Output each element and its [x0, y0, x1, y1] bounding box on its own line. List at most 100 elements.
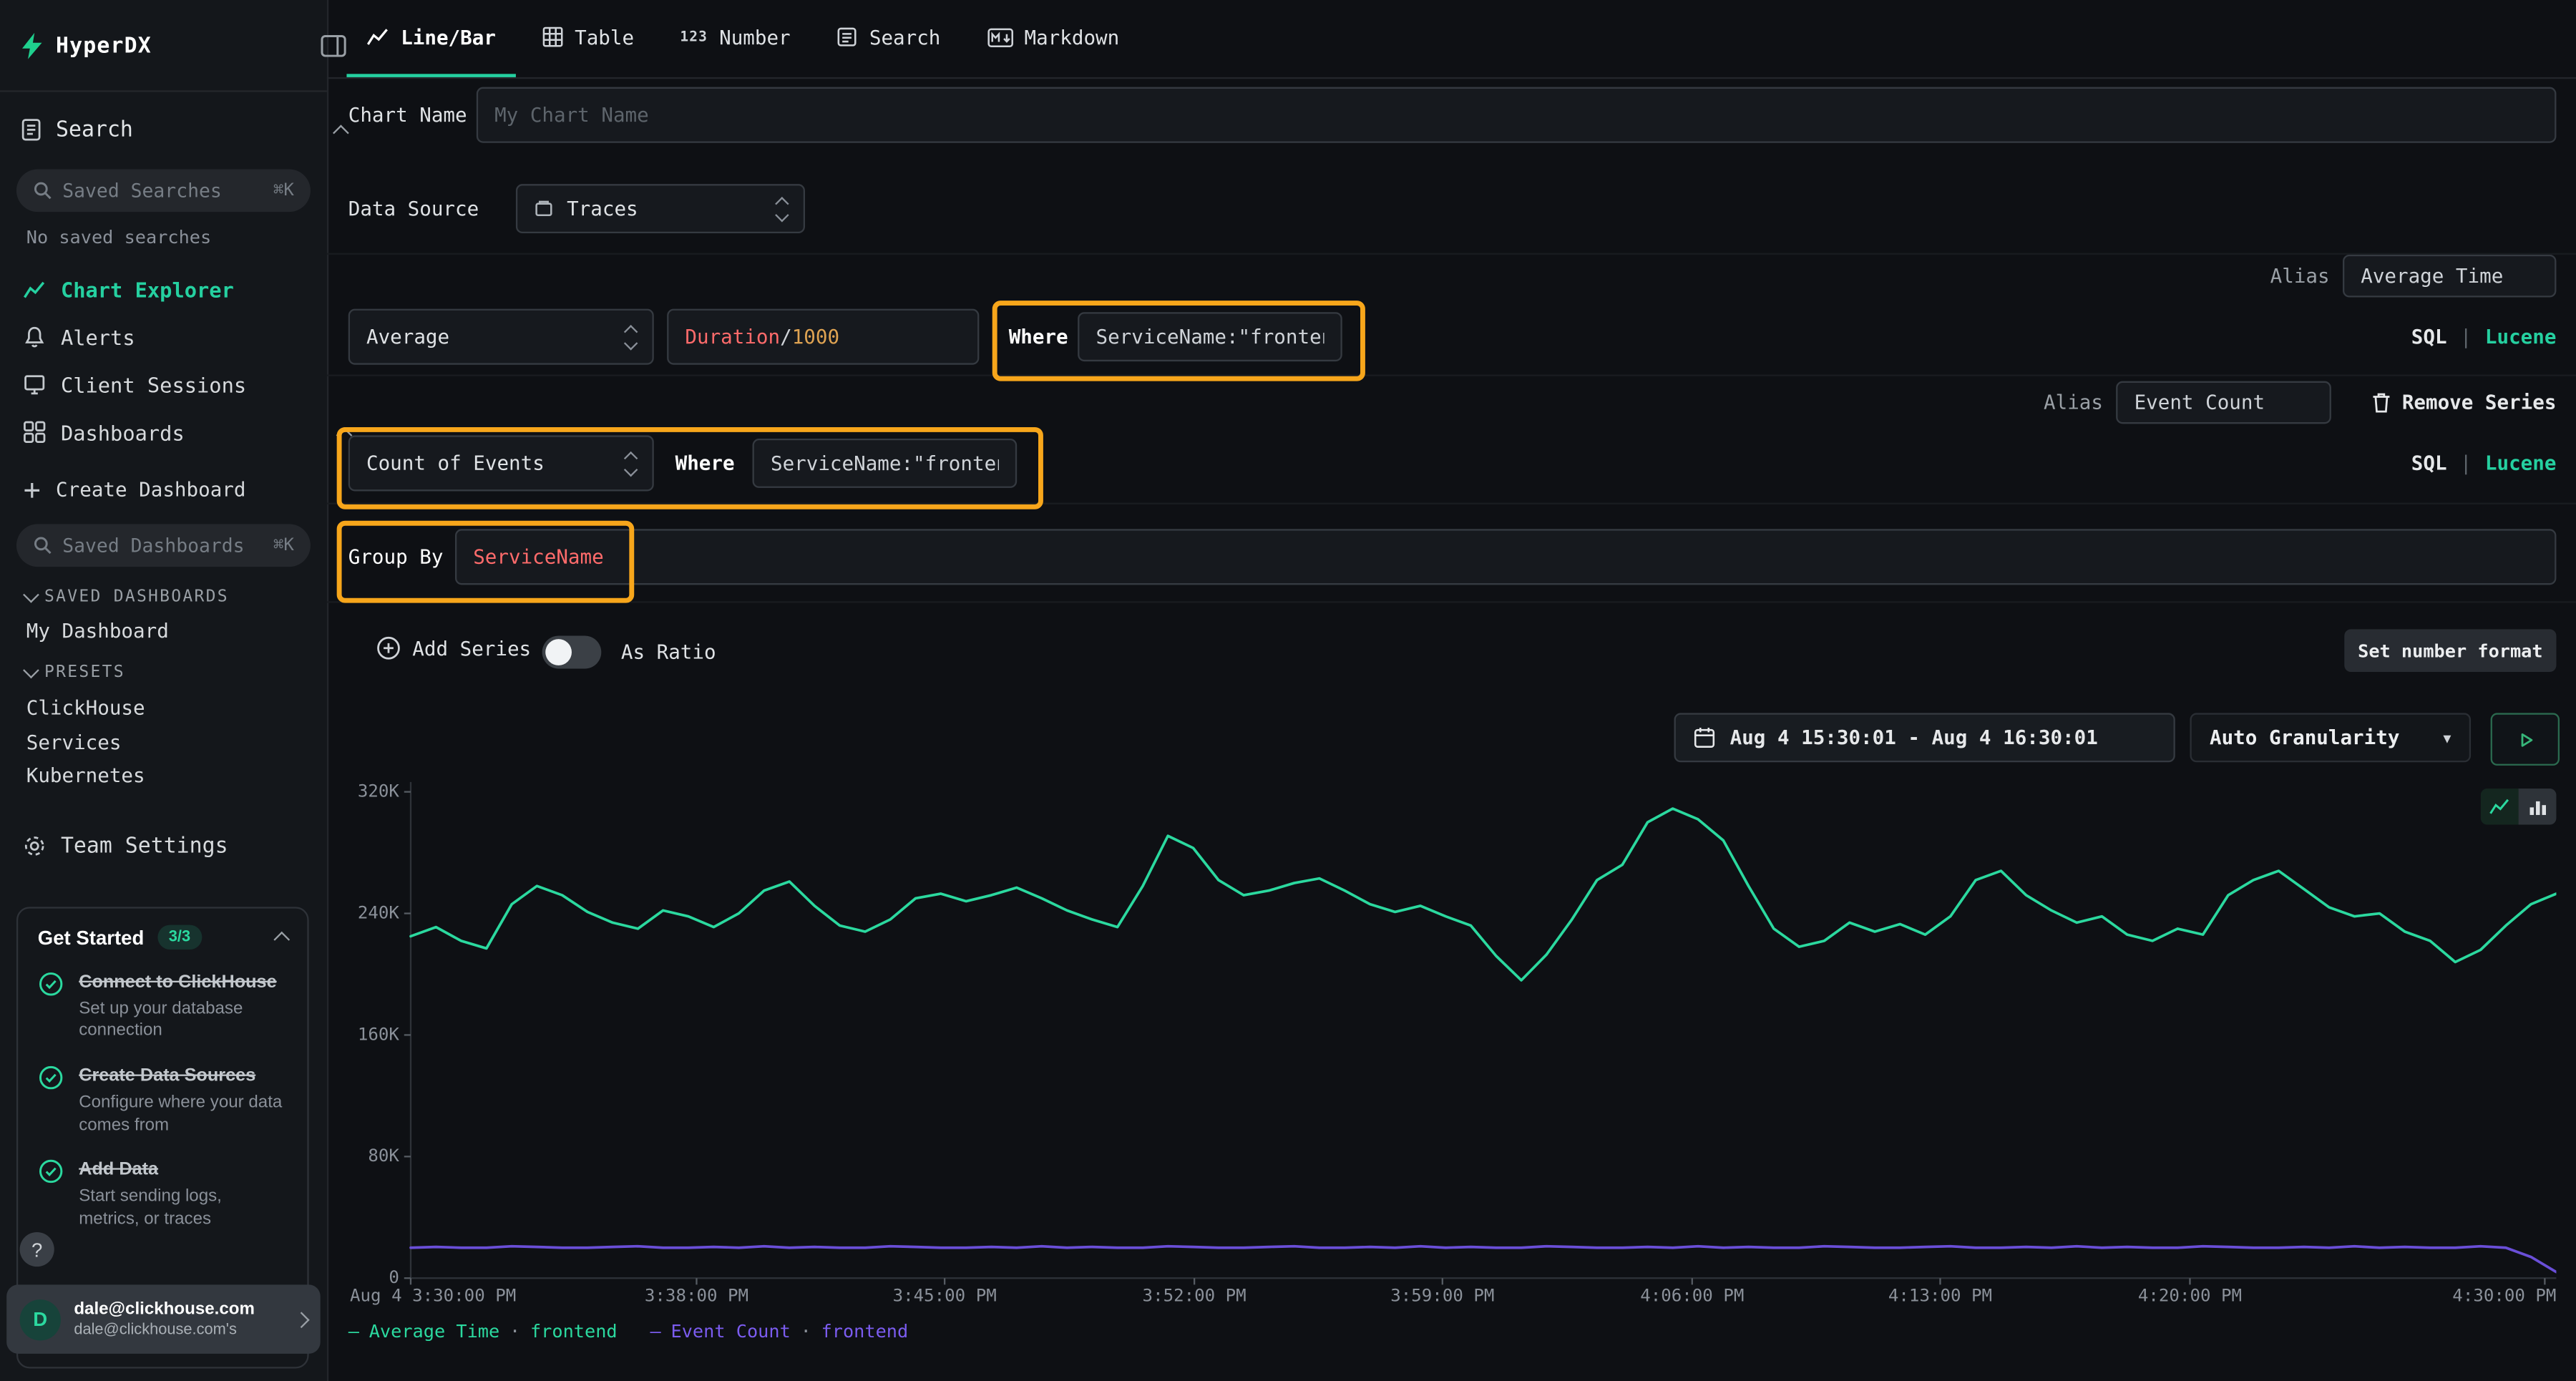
series1-field-input[interactable]: Duration/1000 — [667, 309, 979, 365]
sidebar-item-alerts[interactable]: Alerts — [0, 318, 373, 355]
bell-icon — [23, 326, 46, 348]
sidebar-item-services[interactable]: Services — [0, 726, 379, 759]
x-axis-tick: 3:59:00 PM — [1390, 1287, 1494, 1307]
x-axis-tick: Aug 4 3:30:00 PM — [350, 1287, 516, 1307]
tab-search[interactable]: Search — [816, 0, 960, 77]
line-chart-icon — [23, 278, 46, 300]
group-by-input[interactable]: ServiceName — [455, 529, 2556, 585]
series2-alias-input[interactable] — [2116, 381, 2331, 424]
user-email: dale@clickhouse.com — [74, 1299, 255, 1320]
help-button[interactable]: ? — [20, 1232, 54, 1267]
calendar-icon — [1694, 726, 1715, 749]
series1-where-input[interactable] — [1078, 312, 1342, 361]
sidebar-item-kubernetes[interactable]: Kubernetes — [0, 759, 379, 792]
get-started-item[interactable]: Connect to ClickHouse Set up your databa… — [38, 971, 288, 1043]
datasource-icon — [534, 199, 554, 219]
list-icon — [836, 26, 858, 48]
user-org: dale@clickhouse.com's — [74, 1320, 255, 1339]
number-123-icon: 123 — [680, 29, 708, 45]
app-logo-row: HyperDX — [0, 26, 366, 66]
check-circle-icon — [38, 1158, 64, 1185]
circle-plus-icon — [376, 636, 401, 660]
get-started-item-desc: Set up your database connection — [79, 999, 286, 1044]
series1-alias-input[interactable] — [2343, 255, 2556, 298]
get-started-item-desc: Start sending logs, metrics, or traces — [79, 1186, 286, 1231]
data-source-select[interactable]: Traces — [516, 184, 805, 233]
check-circle-icon — [38, 1065, 64, 1091]
saved-dashboards-input[interactable]: Saved Dashboards ⌘K — [16, 524, 311, 567]
alias-label: Alias — [2044, 391, 2103, 414]
get-started-item-title: Create Data Sources — [79, 1065, 286, 1089]
x-axis-tick: 3:45:00 PM — [893, 1287, 997, 1307]
presets-header[interactable]: PRESETS — [0, 659, 373, 685]
series1-language-toggle[interactable]: SQL|Lucene — [2411, 309, 2557, 365]
group-by-label: Group By — [348, 529, 444, 585]
date-range-picker[interactable]: Aug 4 15:30:01 - Aug 4 16:30:01 — [1674, 713, 2175, 762]
set-number-format-button[interactable]: Set number format — [2344, 629, 2556, 672]
hyperdx-app: HyperDX Search Saved Searches ⌘K No save… — [0, 0, 2576, 1381]
get-started-progress-badge: 3/3 — [157, 925, 202, 950]
check-circle-icon — [38, 971, 64, 997]
legend-item-event-count[interactable]: — Event Count · frontend — [650, 1321, 909, 1342]
series2-where-input[interactable] — [753, 439, 1018, 488]
caret-down-icon: ▼ — [2443, 731, 2451, 746]
series1-where-label: Where — [1009, 309, 1068, 365]
chevron-up-icon[interactable] — [273, 932, 290, 948]
legend-item-average-time[interactable]: — Average Time · frontend — [348, 1321, 618, 1342]
saved-searches-input[interactable]: Saved Searches ⌘K — [16, 169, 311, 212]
sidebar-section-search[interactable]: Search — [0, 112, 366, 148]
sidebar-item-client-sessions[interactable]: Client Sessions — [0, 366, 373, 403]
alias-label: Alias — [2270, 265, 2330, 288]
series2-aggregation-select[interactable]: Count of Events — [348, 435, 654, 491]
tab-table[interactable]: Table — [522, 0, 654, 77]
series1-aggregation-select[interactable]: Average — [348, 309, 654, 365]
timeseries-chart[interactable] — [348, 772, 2557, 1314]
sidebar-item-my-dashboard[interactable]: My Dashboard — [0, 615, 379, 648]
get-started-item-desc: Configure where your data comes from — [79, 1093, 286, 1138]
tab-number[interactable]: 123 Number — [660, 0, 810, 77]
sidebar-item-team-settings[interactable]: Team Settings — [0, 828, 373, 864]
no-saved-searches-text: No saved searches — [0, 227, 379, 248]
chart-name-label: Chart Name — [348, 87, 467, 143]
get-started-item[interactable]: Add Data Start sending logs, metrics, or… — [38, 1158, 288, 1231]
saved-dashboards-placeholder: Saved Dashboards — [62, 534, 244, 557]
tab-line-bar[interactable]: Line/Bar — [346, 0, 515, 77]
line-chart-icon — [366, 26, 389, 48]
series2-where-label: Where — [675, 435, 735, 491]
series2-language-toggle[interactable]: SQL|Lucene — [2411, 435, 2557, 491]
tab-markdown[interactable]: Markdown — [967, 0, 1139, 77]
sidebar-item-dashboards[interactable]: Dashboards — [0, 414, 373, 451]
saved-searches-shortcut: ⌘K — [273, 181, 294, 201]
sidebar-item-clickhouse[interactable]: ClickHouse — [0, 692, 379, 725]
sidebar-item-chart-explorer[interactable]: Chart Explorer — [0, 271, 373, 308]
get-started-item[interactable]: Create Data Sources Configure where your… — [38, 1065, 288, 1137]
play-icon — [2514, 728, 2536, 750]
remove-series-button[interactable]: Remove Series — [2371, 391, 2556, 414]
sidebar-divider — [0, 90, 327, 92]
granularity-select[interactable]: Auto Granularity ▼ — [2190, 713, 2471, 762]
select-chevrons-icon — [626, 453, 636, 474]
document-icon — [20, 118, 43, 141]
chevron-down-icon — [23, 586, 39, 602]
create-dashboard-button[interactable]: Create Dashboard — [0, 472, 373, 508]
saved-dashboards-shortcut: ⌘K — [273, 535, 294, 555]
chart-name-input[interactable] — [477, 87, 2557, 143]
user-account-chip[interactable]: D dale@clickhouse.com dale@clickhouse.co… — [6, 1284, 321, 1353]
toggle-knob — [545, 639, 572, 665]
add-series-button[interactable]: Add Series — [376, 636, 531, 660]
get-started-title: Get Started — [38, 926, 145, 949]
saved-searches-placeholder: Saved Searches — [62, 179, 222, 202]
display-type-tabbar: Line/Bar Table 123 Number Search Markdow… — [327, 0, 2576, 79]
hyperdx-logo-icon — [20, 33, 44, 59]
table-icon — [542, 26, 563, 48]
x-axis-tick: 4:30:00 PM — [2452, 1287, 2556, 1307]
gear-icon — [23, 834, 46, 857]
x-axis-tick: 3:38:00 PM — [645, 1287, 748, 1307]
saved-dashboards-header[interactable]: SAVED DASHBOARDS — [0, 583, 373, 610]
run-query-button[interactable] — [2491, 713, 2560, 765]
search-icon — [33, 535, 53, 555]
chevron-down-icon — [23, 661, 39, 678]
as-ratio-toggle[interactable] — [542, 636, 602, 669]
monitor-icon — [23, 373, 46, 396]
get-started-item-title: Connect to ClickHouse — [79, 971, 286, 995]
